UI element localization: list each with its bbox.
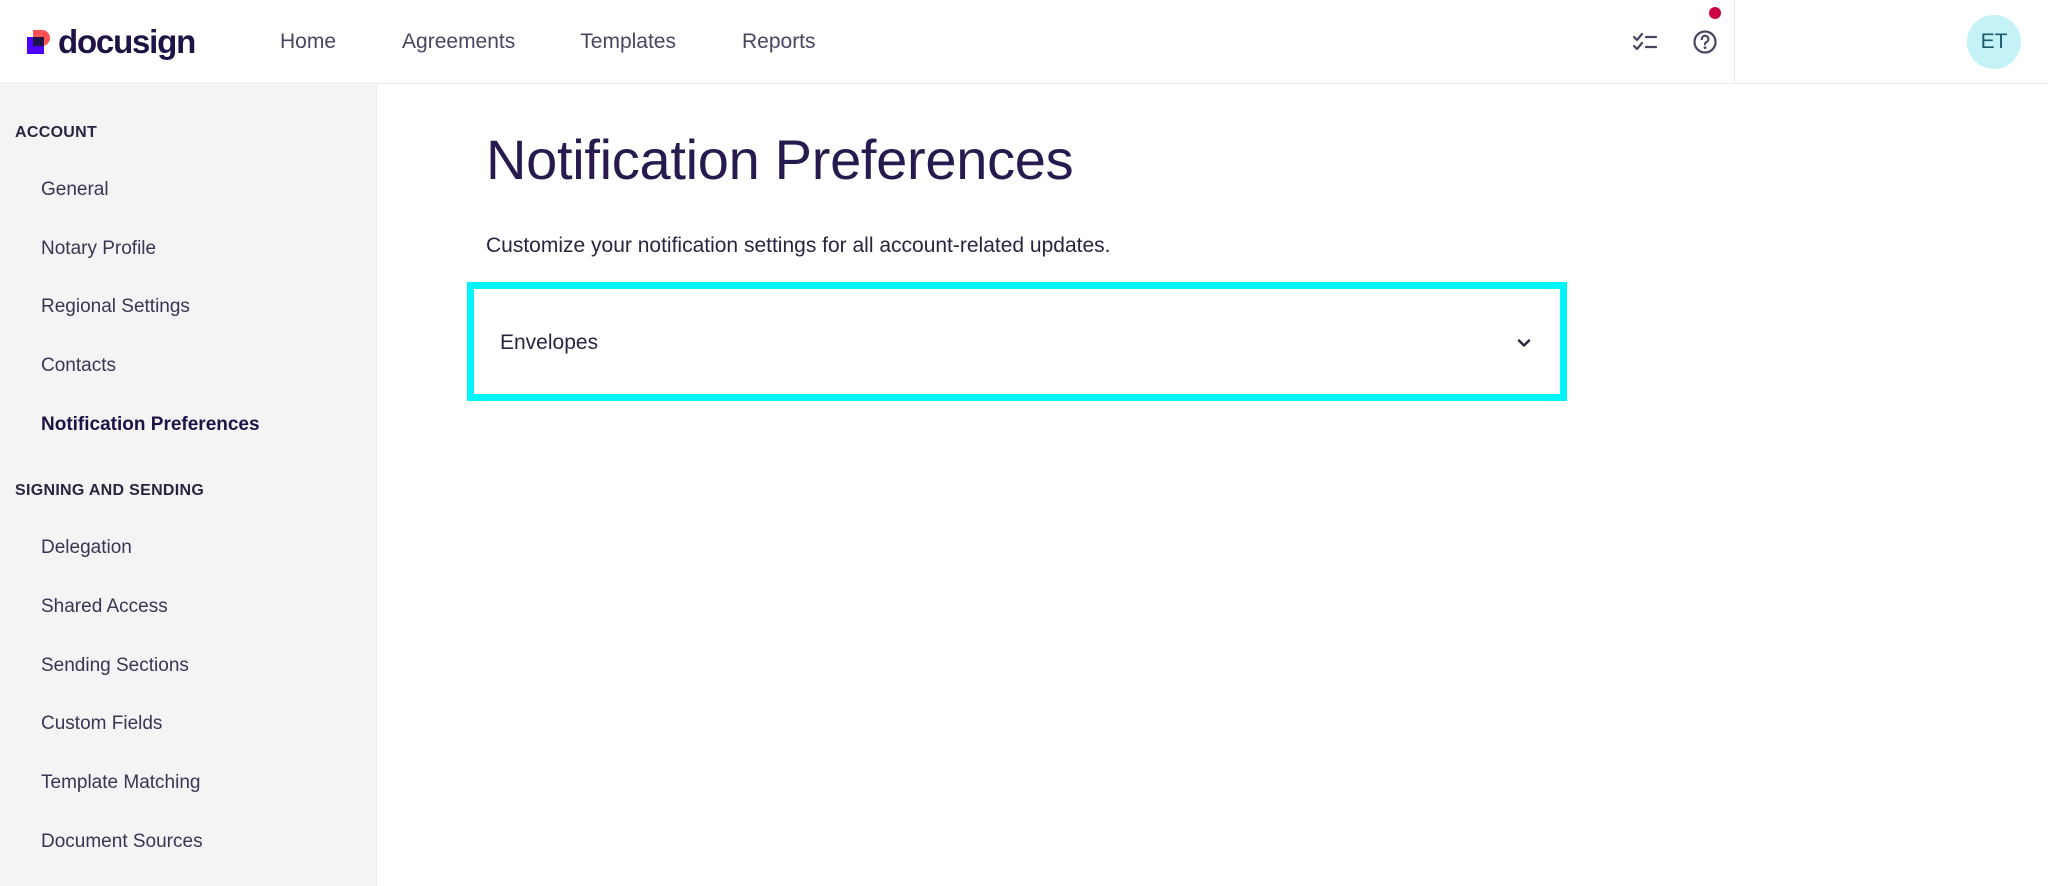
docusign-logo-mark-icon <box>27 27 54 57</box>
settings-sidebar: ACCOUNT General Notary Profile Regional … <box>0 85 377 886</box>
chevron-down-icon <box>1517 339 1531 347</box>
sidebar-item-regional-settings[interactable]: Regional Settings <box>41 296 190 318</box>
header-divider <box>1734 0 1735 84</box>
page-title: Notification Preferences <box>486 128 1074 191</box>
nav-home[interactable]: Home <box>280 0 336 84</box>
nav-templates[interactable]: Templates <box>580 0 676 84</box>
logo-text: docusign <box>58 23 196 60</box>
main-nav: Home Agreements Templates Reports <box>280 0 882 84</box>
sidebar-item-sending-sections[interactable]: Sending Sections <box>41 655 189 677</box>
docusign-logo[interactable]: docusign <box>27 23 196 61</box>
sidebar-item-general[interactable]: General <box>41 179 109 201</box>
sidebar-item-template-matching[interactable]: Template Matching <box>41 772 200 794</box>
tasks-checklist-icon[interactable] <box>1629 26 1661 58</box>
sidebar-item-custom-fields[interactable]: Custom Fields <box>41 713 162 735</box>
sidebar-section-account: ACCOUNT <box>15 124 98 141</box>
sidebar-item-contacts[interactable]: Contacts <box>41 355 116 377</box>
user-avatar[interactable]: ET <box>1967 15 2021 69</box>
nav-agreements[interactable]: Agreements <box>402 0 515 84</box>
help-icon[interactable] <box>1689 26 1721 58</box>
nav-reports[interactable]: Reports <box>742 0 816 84</box>
sidebar-item-notary-profile[interactable]: Notary Profile <box>41 238 156 260</box>
page-subtitle: Customize your notification settings for… <box>486 234 1111 257</box>
notification-dot <box>1709 7 1721 19</box>
sidebar-item-delegation[interactable]: Delegation <box>41 537 132 559</box>
sidebar-item-notification-preferences[interactable]: Notification Preferences <box>41 414 260 436</box>
top-navigation-bar: docusign Home Agreements Templates Repor… <box>0 0 2048 84</box>
sidebar-item-document-sources[interactable]: Document Sources <box>41 831 203 853</box>
envelopes-accordion[interactable]: Envelopes <box>467 282 1567 401</box>
sidebar-section-signing-and-sending: SIGNING AND SENDING <box>15 482 205 499</box>
sidebar-item-shared-access[interactable]: Shared Access <box>41 596 168 618</box>
accordion-label: Envelopes <box>500 331 599 354</box>
